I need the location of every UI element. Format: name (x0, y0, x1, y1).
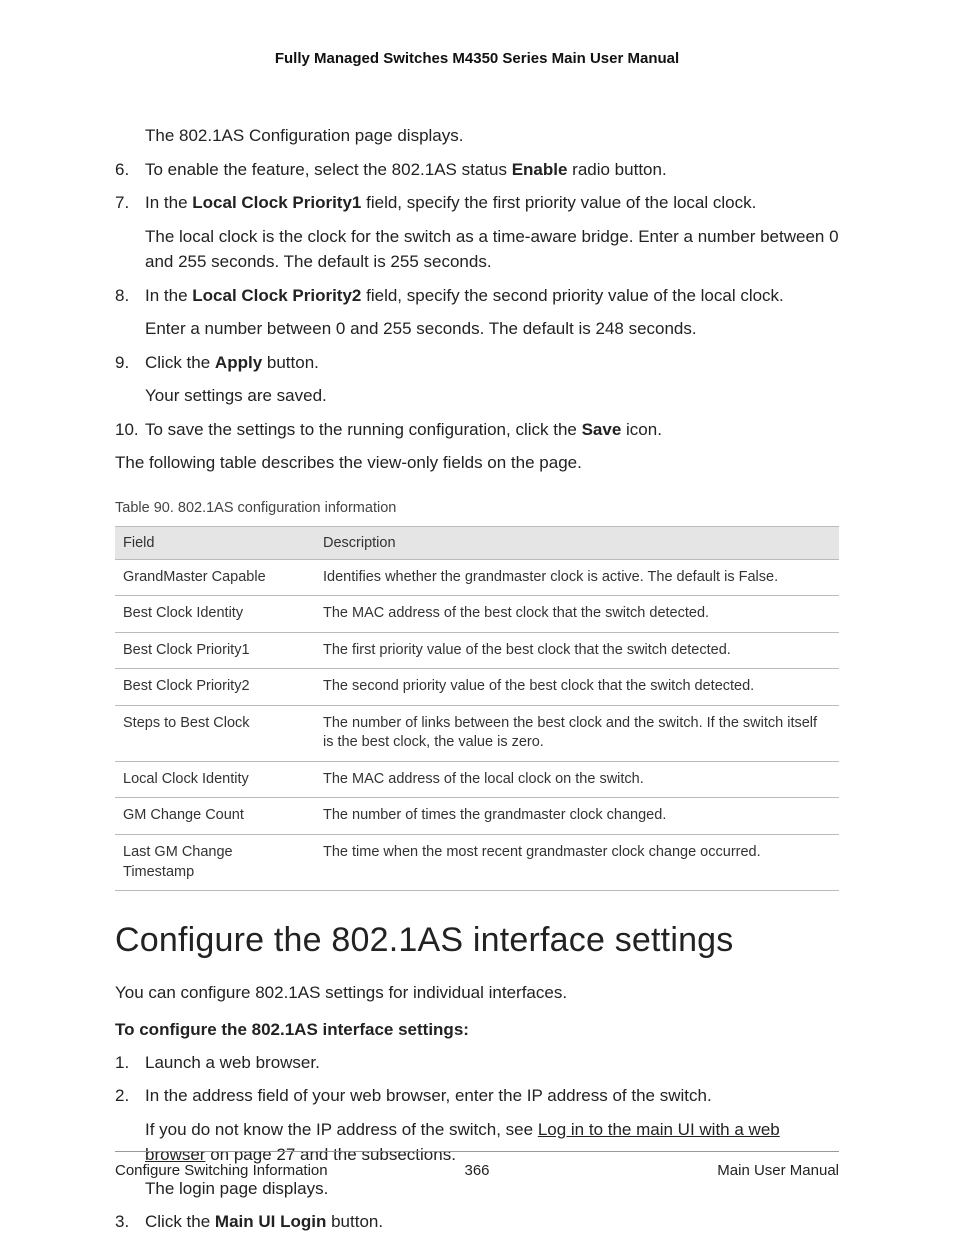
list-number: 6. (115, 157, 129, 183)
bold-term: Enable (512, 160, 568, 179)
list-number: 9. (115, 350, 129, 376)
text-run: button. (326, 1212, 383, 1231)
section-heading: Configure the 802.1AS interface settings (115, 921, 839, 960)
text-run: If you do not know the IP address of the… (145, 1120, 538, 1139)
list-number: 8. (115, 283, 129, 309)
list-item: 1. Launch a web browser. (115, 1050, 839, 1076)
list-number: 7. (115, 190, 129, 216)
list-number: 3. (115, 1209, 129, 1235)
table-cell-field: Local Clock Identity (115, 761, 315, 798)
footer-right: Main User Manual (717, 1162, 839, 1179)
table-cell-field: Best Clock Identity (115, 596, 315, 633)
list-item: 10. To save the settings to the running c… (115, 417, 839, 443)
text-run: Click the (145, 353, 215, 372)
text-run: field, specify the first priority value … (361, 193, 756, 212)
table-caption: Table 90. 802.1AS configuration informat… (115, 500, 839, 516)
table-cell-field: GM Change Count (115, 798, 315, 835)
ordered-steps-b: 1. Launch a web browser. 2. In the address … (115, 1050, 839, 1235)
table-cell-field: Steps to Best Clock (115, 705, 315, 761)
table-cell-description: The number of links between the best clo… (315, 705, 839, 761)
sub-paragraph: Your settings are saved. (145, 383, 839, 409)
text-run: To enable the feature, select the 802.1A… (145, 160, 512, 179)
table-intro-text: The following table describes the view-o… (115, 450, 839, 476)
table-row: Best Clock IdentityThe MAC address of th… (115, 596, 839, 633)
footer-left: Configure Switching Information (115, 1162, 328, 1179)
list-item: 9. Click the Apply button. Your settings a… (115, 350, 839, 409)
procedure-subhead: To configure the 802.1AS interface setti… (115, 1020, 839, 1040)
bold-term: Local Clock Priority1 (192, 193, 361, 212)
text-run: To save the settings to the running conf… (145, 420, 582, 439)
table-cell-description: The time when the most recent grandmaste… (315, 835, 839, 891)
table-row: GrandMaster CapableIdentifies whether th… (115, 559, 839, 596)
text-run: In the address field of your web browser… (145, 1086, 712, 1105)
footer-page-number: 366 (464, 1162, 489, 1179)
text-run: Launch a web browser. (145, 1053, 320, 1072)
bold-term: Main UI Login (215, 1212, 326, 1231)
list-item: 2. In the address field of your web brows… (115, 1083, 839, 1201)
table-cell-description: The MAC address of the best clock that t… (315, 596, 839, 633)
table-row: GM Change CountThe number of times the g… (115, 798, 839, 835)
bold-term: Apply (215, 353, 262, 372)
list-item: 7. In the Local Clock Priority1 field, sp… (115, 190, 839, 275)
table-cell-field: Best Clock Priority2 (115, 669, 315, 706)
section-intro: You can configure 802.1AS settings for i… (115, 980, 839, 1006)
sub-paragraph: Enter a number between 0 and 255 seconds… (145, 316, 839, 342)
text-run: radio button. (567, 160, 666, 179)
table-header-cell: Description (315, 526, 839, 559)
table-row: Steps to Best ClockThe number of links b… (115, 705, 839, 761)
config-info-table: FieldDescription GrandMaster CapableIden… (115, 526, 839, 892)
list-number: 2. (115, 1083, 129, 1109)
page-header-title: Fully Managed Switches M4350 Series Main… (115, 50, 839, 67)
table-row: Best Clock Priority2The second priority … (115, 669, 839, 706)
ordered-steps-a: 6. To enable the feature, select the 802.… (115, 157, 839, 443)
intro-line: The 802.1AS Configuration page displays. (145, 123, 839, 149)
table-cell-field: Last GM Change Timestamp (115, 835, 315, 891)
table-row: Last GM Change TimestampThe time when th… (115, 835, 839, 891)
list-number: 10. (115, 417, 139, 443)
text-run: icon. (621, 420, 662, 439)
page-footer: Configure Switching Information 366 Main… (115, 1151, 839, 1179)
text-run: In the (145, 286, 192, 305)
table-cell-description: The number of times the grandmaster cloc… (315, 798, 839, 835)
list-item: 3. Click the Main UI Login button. (115, 1209, 839, 1235)
text-run: field, specify the second priority value… (361, 286, 783, 305)
list-item: 6. To enable the feature, select the 802.… (115, 157, 839, 183)
table-cell-description: Identifies whether the grandmaster clock… (315, 559, 839, 596)
table-cell-field: GrandMaster Capable (115, 559, 315, 596)
list-item: 8. In the Local Clock Priority2 field, sp… (115, 283, 839, 342)
list-number: 1. (115, 1050, 129, 1076)
sub-paragraph: The local clock is the clock for the swi… (145, 224, 839, 275)
text-run: button. (262, 353, 319, 372)
text-run: Click the (145, 1212, 215, 1231)
table-row: Best Clock Priority1The first priority v… (115, 632, 839, 669)
table-header-cell: Field (115, 526, 315, 559)
text-run: In the (145, 193, 192, 212)
table-cell-description: The second priority value of the best cl… (315, 669, 839, 706)
table-cell-field: Best Clock Priority1 (115, 632, 315, 669)
table-cell-description: The MAC address of the local clock on th… (315, 761, 839, 798)
bold-term: Local Clock Priority2 (192, 286, 361, 305)
table-cell-description: The first priority value of the best clo… (315, 632, 839, 669)
table-row: Local Clock IdentityThe MAC address of t… (115, 761, 839, 798)
sub-paragraph: The login page displays. (145, 1176, 839, 1202)
bold-term: Save (582, 420, 622, 439)
